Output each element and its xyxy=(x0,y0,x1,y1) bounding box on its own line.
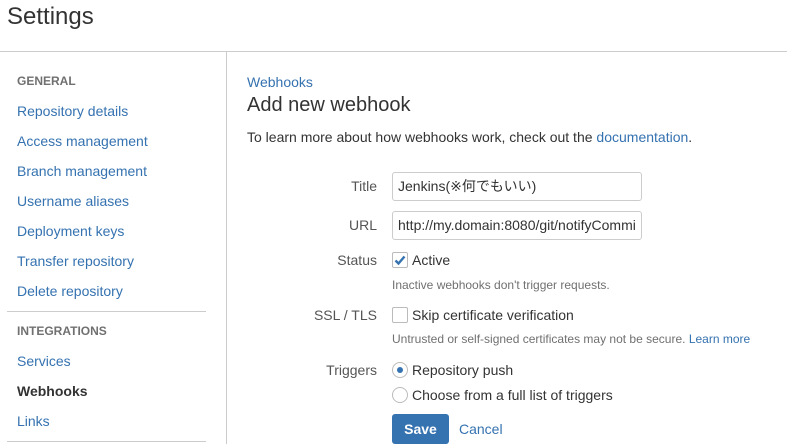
form-heading: Add new webhook xyxy=(247,94,411,116)
sidebar-item-branch-management[interactable]: Branch management xyxy=(17,163,147,179)
sidebar-item-transfer-repository[interactable]: Transfer repository xyxy=(17,253,134,269)
url-label: URL xyxy=(348,217,377,233)
page-title: Settings xyxy=(7,3,94,30)
triggers-label: Triggers xyxy=(326,362,377,378)
intro-text: To learn more about how webhooks work, c… xyxy=(247,129,692,145)
active-checkbox-row[interactable]: Active xyxy=(392,252,450,268)
checkmark-icon xyxy=(394,255,406,266)
save-button[interactable]: Save xyxy=(392,414,449,444)
active-checkbox[interactable] xyxy=(392,252,408,268)
header-divider xyxy=(0,51,787,52)
ssl-help-text: Untrusted or self-signed certificates ma… xyxy=(392,332,689,346)
skip-cert-checkbox[interactable] xyxy=(392,307,408,323)
skip-cert-checkbox-row[interactable]: Skip certificate verification xyxy=(392,307,574,323)
intro-label: To learn more about how webhooks work, c… xyxy=(247,129,597,145)
sidebar-item-webhooks[interactable]: Webhooks xyxy=(17,383,88,399)
title-label: Title xyxy=(351,178,377,194)
sidebar-section-divider xyxy=(7,441,206,442)
full-list-radio[interactable] xyxy=(392,387,408,403)
active-label: Active xyxy=(412,252,451,268)
status-help: Inactive webhooks don't trigger requests… xyxy=(392,278,610,292)
url-input[interactable]: http://my.domain:8080/git/notifyCommi xyxy=(392,211,642,240)
sidebar-item-deployment-keys[interactable]: Deployment keys xyxy=(17,223,124,239)
repository-push-radio[interactable] xyxy=(392,362,408,378)
full-list-label: Choose from a full list of triggers xyxy=(412,387,613,403)
sidebar-item-repository-details[interactable]: Repository details xyxy=(17,103,128,119)
sidebar-heading-integrations: INTEGRATIONS xyxy=(17,324,107,338)
trigger-option-repository-push[interactable]: Repository push xyxy=(392,362,513,378)
ssl-label: SSL / TLS xyxy=(313,307,377,323)
sidebar-divider xyxy=(226,52,227,444)
learn-more-link[interactable]: Learn more xyxy=(689,332,750,346)
sidebar-section-divider xyxy=(7,311,206,312)
trigger-option-full-list[interactable]: Choose from a full list of triggers xyxy=(392,387,613,403)
cancel-link[interactable]: Cancel xyxy=(459,421,503,437)
breadcrumb-webhooks[interactable]: Webhooks xyxy=(247,74,313,90)
sidebar-heading-general: GENERAL xyxy=(17,74,76,88)
repository-push-label: Repository push xyxy=(412,362,514,378)
sidebar-item-links[interactable]: Links xyxy=(17,413,50,429)
intro-end: . xyxy=(688,129,693,145)
status-label: Status xyxy=(337,252,377,268)
skip-cert-label: Skip certificate verification xyxy=(412,307,574,323)
sidebar-item-delete-repository[interactable]: Delete repository xyxy=(17,283,123,299)
sidebar-item-services[interactable]: Services xyxy=(17,353,71,369)
sidebar-item-access-management[interactable]: Access management xyxy=(17,133,148,149)
documentation-link[interactable]: documentation xyxy=(596,129,688,145)
ssl-help: Untrusted or self-signed certificates ma… xyxy=(392,332,750,346)
title-input[interactable]: Jenkins(※何でもいい) xyxy=(392,172,642,201)
sidebar-item-username-aliases[interactable]: Username aliases xyxy=(17,193,129,209)
